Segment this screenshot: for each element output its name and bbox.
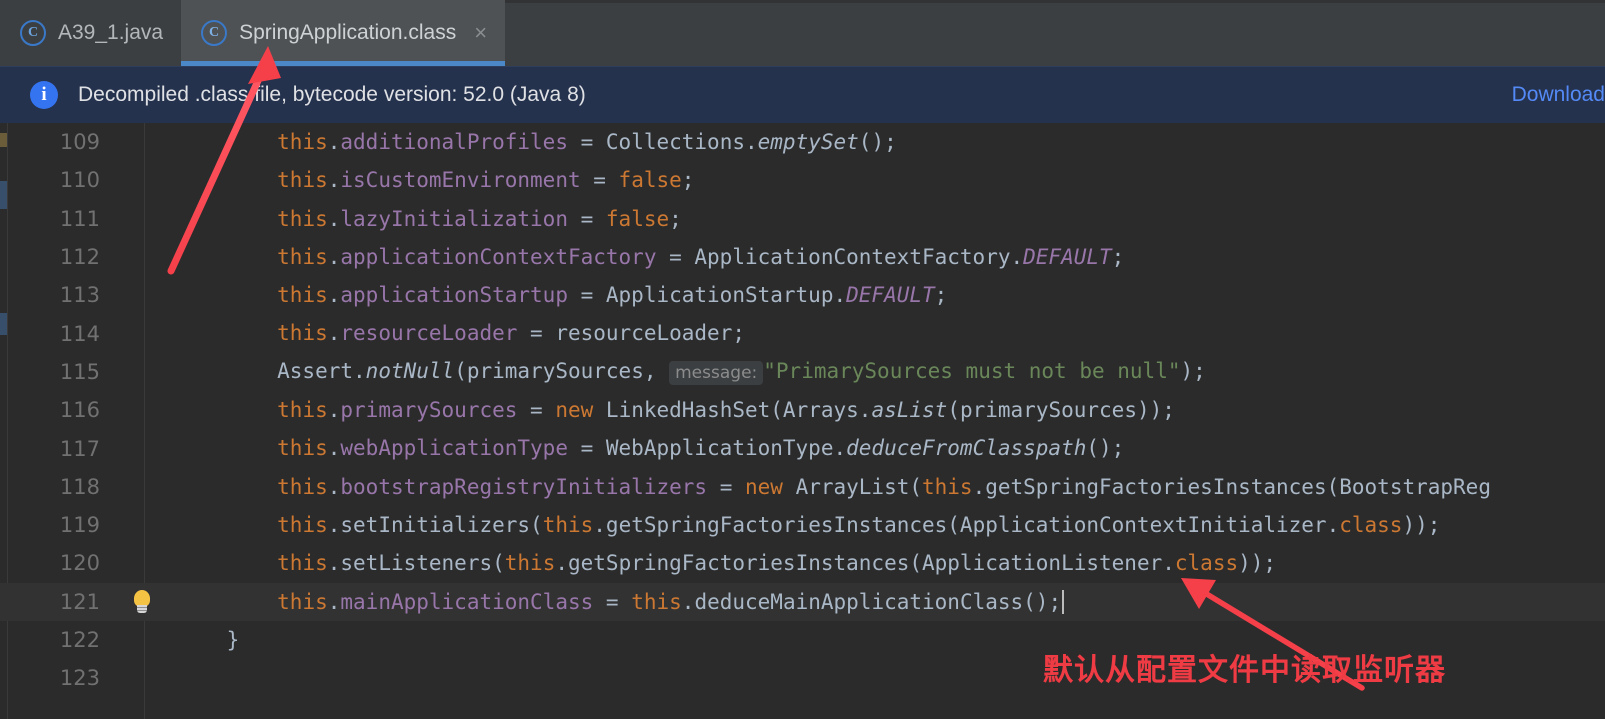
annotation-note-text: 默认从配置文件中读取监听器 xyxy=(1043,653,1446,688)
code-line-row[interactable]: 109 this.additionalProfiles = Collection… xyxy=(0,123,1605,161)
line-number: 118 xyxy=(59,474,100,499)
code-line-row[interactable]: 113 this.applicationStartup = Applicatio… xyxy=(0,276,1605,314)
editor-tab-label: SpringApplication.class xyxy=(239,21,457,44)
code-line-row[interactable]: 110 this.isCustomEnvironment = false; xyxy=(0,161,1605,199)
code-line-text: Assert.notNull(primarySources, message: "… xyxy=(176,358,1206,385)
line-number: 110 xyxy=(59,168,100,193)
line-number: 111 xyxy=(59,206,100,231)
code-line-row-current[interactable]: 121 this.mainApplicationClass = this.ded… xyxy=(0,582,1605,621)
code-line-text: this.isCustomEnvironment = false; xyxy=(277,168,695,193)
line-number: 120 xyxy=(59,551,100,576)
download-sources-link[interactable]: Download xyxy=(1512,83,1605,107)
code-line-text: this.setListeners(this.getSpringFactorie… xyxy=(277,551,1277,576)
code-line-text: this.bootstrapRegistryInitializers = new… xyxy=(277,474,1491,499)
code-line-text: this.mainApplicationClass = this.deduceM… xyxy=(172,583,1605,621)
code-line-row[interactable]: 115 Assert.notNull(primarySources, messa… xyxy=(0,353,1605,391)
lightbulb-icon[interactable] xyxy=(131,589,153,614)
line-number: 122 xyxy=(59,628,100,652)
info-icon: i xyxy=(30,81,58,109)
editor-tab-springapplication-class[interactable]: C SpringApplication.class × xyxy=(181,0,506,66)
ide-editor-window: C A39_1.java C SpringApplication.class ×… xyxy=(0,0,1605,719)
code-line-row[interactable]: 119 this.setInitializers(this.getSpringF… xyxy=(0,506,1605,544)
line-number: 123 xyxy=(59,666,100,691)
code-line-row[interactable]: 114 this.resourceLoader = resourceLoader… xyxy=(0,314,1605,352)
java-class-icon: C xyxy=(201,20,228,46)
code-line-text: this.webApplicationType = WebApplication… xyxy=(277,436,1125,461)
java-class-icon: C xyxy=(20,20,46,46)
banner-message: Decompiled .class file, bytecode version… xyxy=(78,83,586,106)
line-number: 112 xyxy=(59,245,100,270)
close-icon[interactable]: × xyxy=(474,22,487,44)
line-number: 116 xyxy=(59,398,100,423)
editor-tab-label: A39_1.java xyxy=(58,21,164,44)
decompiled-file-banner: i Decompiled .class file, bytecode versi… xyxy=(0,66,1605,123)
code-line-row[interactable]: 120 this.setListeners(this.getSpringFact… xyxy=(0,544,1605,582)
editor-tab-bar: C A39_1.java C SpringApplication.class × xyxy=(0,0,1605,66)
code-line-row[interactable]: 116 this.primarySources = new LinkedHash… xyxy=(0,391,1605,429)
code-line-text: this.lazyInitialization = false; xyxy=(277,206,682,231)
text-caret xyxy=(1062,589,1065,614)
line-number: 121 xyxy=(59,589,100,614)
editor-tab-a39-1-java[interactable]: C A39_1.java xyxy=(0,0,182,66)
code-line-text: this.primarySources = new LinkedHashSet(… xyxy=(277,398,1175,423)
line-number: 115 xyxy=(59,359,100,384)
code-line-text: this.applicationContextFactory = Applica… xyxy=(277,244,1125,269)
code-line-text: this.resourceLoader = resourceLoader; xyxy=(277,321,745,346)
code-line-text: this.setInitializers(this.getSpringFacto… xyxy=(277,512,1441,537)
code-line-text: this.applicationStartup = ApplicationSta… xyxy=(277,283,948,308)
line-number: 119 xyxy=(59,513,100,538)
gutter-icon-area[interactable] xyxy=(112,589,172,614)
line-number: 114 xyxy=(59,321,100,346)
code-line-row[interactable]: 111 this.lazyInitialization = false; xyxy=(0,200,1605,238)
code-editor[interactable]: 109 this.additionalProfiles = Collection… xyxy=(0,123,1605,719)
code-line-text: this.additionalProfiles = Collections.em… xyxy=(277,130,897,154)
line-number: 109 xyxy=(59,130,100,155)
code-line-row[interactable]: 118 this.bootstrapRegistryInitializers =… xyxy=(0,468,1605,506)
inlay-parameter-hint: message: xyxy=(669,360,764,385)
code-line-row[interactable]: 117 this.webApplicationType = WebApplica… xyxy=(0,429,1605,467)
code-line-row[interactable]: 112 this.applicationContextFactory = App… xyxy=(0,238,1605,276)
line-number: 113 xyxy=(59,283,100,308)
line-number: 117 xyxy=(59,436,100,461)
